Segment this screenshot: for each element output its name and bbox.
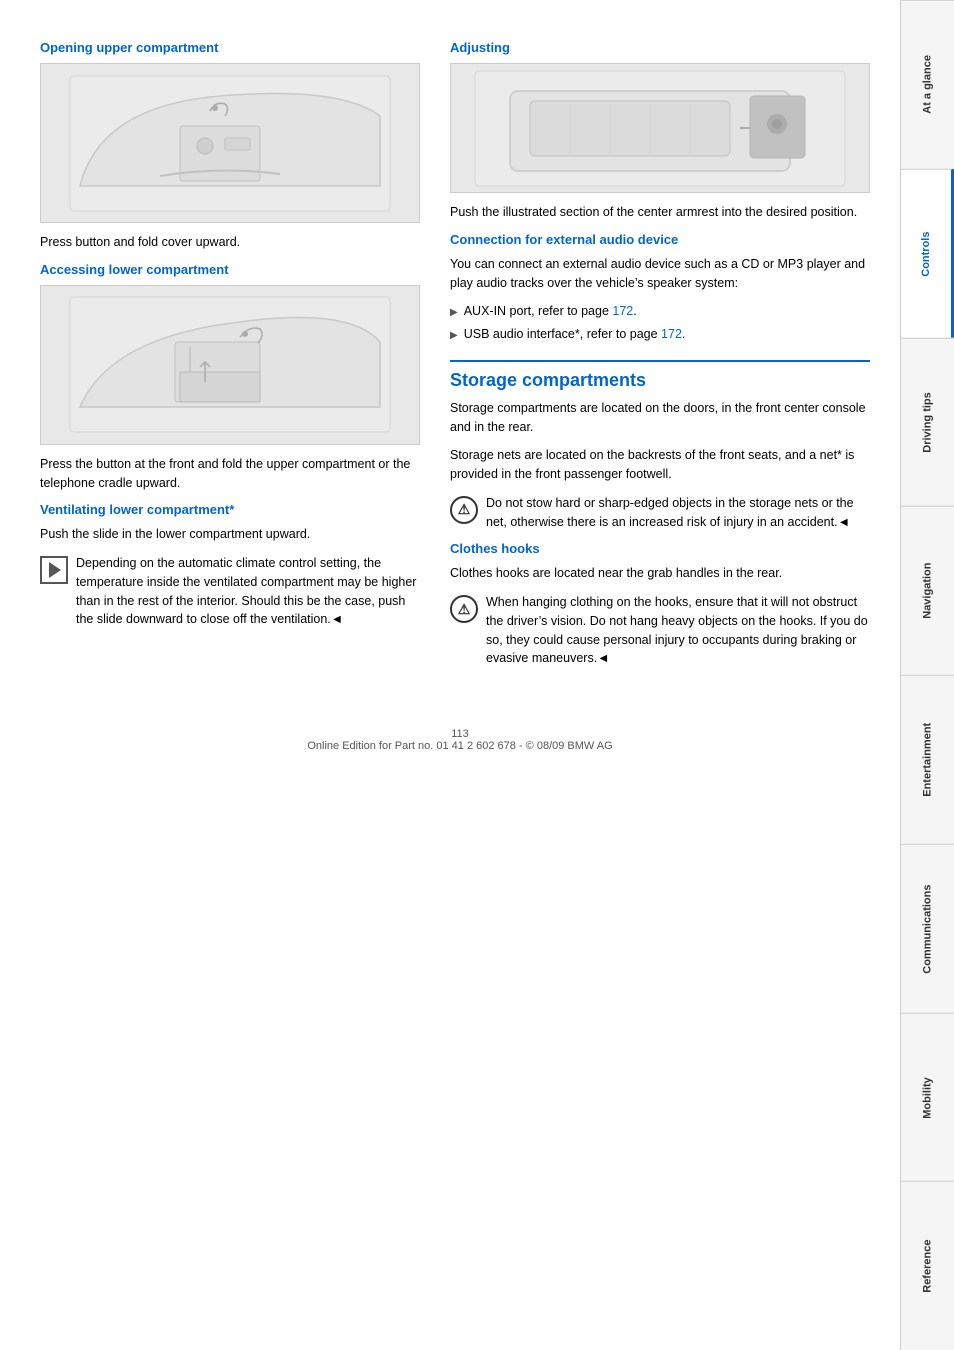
ventilating-heading: Ventilating lower compartment* [40, 502, 420, 517]
connection-section: Connection for external audio device You… [450, 232, 870, 344]
adjusting-section: Adjusting [450, 40, 870, 222]
lower-compartment-image [40, 285, 420, 445]
clothes-hooks-warning-text: When hanging clothing on the hooks, ensu… [486, 593, 870, 668]
storage-warning-text: Do not stow hard or sharp-edged objects … [486, 494, 870, 532]
adjusting-body: Push the illustrated section of the cent… [450, 203, 870, 222]
page-number: 113 [40, 728, 880, 740]
clothes-hooks-section: Clothes hooks Clothes hooks are located … [450, 541, 870, 668]
usb-link[interactable]: 172 [661, 327, 682, 341]
storage-compartments-heading: Storage compartments [450, 360, 870, 391]
footer-text: Online Edition for Part no. 01 41 2 602 … [40, 740, 880, 752]
sidebar-tab-entertainment[interactable]: Entertainment [901, 675, 954, 844]
left-column: Opening upper compartment [40, 40, 420, 678]
connection-body: You can connect an external audio device… [450, 255, 870, 293]
sidebar-tab-at-a-glance[interactable]: At a glance [901, 0, 954, 169]
storage-intro2: Storage nets are located on the backrest… [450, 446, 870, 484]
lower-compartment-heading: Accessing lower compartment [40, 262, 420, 277]
ventilating-note-box: Depending on the automatic climate contr… [40, 554, 420, 629]
clothes-hooks-heading: Clothes hooks [450, 541, 870, 556]
sidebar-tab-communications[interactable]: Communications [901, 844, 954, 1013]
lower-compartment-body: Press the button at the front and fold t… [40, 455, 420, 493]
page-footer: 113 Online Edition for Part no. 01 41 2 … [40, 718, 880, 752]
note-icon [40, 556, 68, 584]
adjusting-image [450, 63, 870, 193]
clothes-hooks-warning-box: ⚠ When hanging clothing on the hooks, en… [450, 593, 870, 668]
sidebar-tab-reference[interactable]: Reference [901, 1181, 954, 1350]
bullet-usb-text: USB audio interface*, refer to page 172. [464, 325, 686, 344]
bullet-arrow-1: ▶ [450, 305, 458, 320]
ventilating-section: Ventilating lower compartment* Push the … [40, 502, 420, 629]
sidebar-tab-driving-tips[interactable]: Driving tips [901, 338, 954, 507]
adjusting-heading: Adjusting [450, 40, 870, 55]
right-column: Adjusting [450, 40, 870, 678]
lower-compartment-section: Accessing lower compartment [40, 262, 420, 493]
warning-icon-storage: ⚠ [450, 496, 478, 524]
clothes-hooks-body: Clothes hooks are located near the grab … [450, 564, 870, 583]
sidebar-tab-controls[interactable]: Controls [901, 169, 954, 338]
sidebar: At a glance Controls Driving tips Naviga… [900, 0, 954, 1350]
sidebar-tab-mobility[interactable]: Mobility [901, 1013, 954, 1182]
ventilating-body: Push the slide in the lower compartment … [40, 525, 420, 544]
connection-bullets: ▶ AUX-IN port, refer to page 172. ▶ USB … [450, 302, 870, 344]
upper-compartment-body: Press button and fold cover upward. [40, 233, 420, 252]
bullet-usb: ▶ USB audio interface*, refer to page 17… [450, 325, 870, 344]
storage-intro1: Storage compartments are located on the … [450, 399, 870, 437]
warning-icon-hooks: ⚠ [450, 595, 478, 623]
storage-compartments-section: Storage compartments Storage compartment… [450, 360, 870, 532]
storage-warning-box: ⚠ Do not stow hard or sharp-edged object… [450, 494, 870, 532]
aux-link[interactable]: 172 [612, 304, 633, 318]
bullet-arrow-2: ▶ [450, 328, 458, 343]
bullet-aux-text: AUX-IN port, refer to page 172. [464, 302, 637, 321]
upper-compartment-heading: Opening upper compartment [40, 40, 420, 55]
sidebar-tab-navigation[interactable]: Navigation [901, 506, 954, 675]
connection-heading: Connection for external audio device [450, 232, 870, 247]
upper-compartment-image [40, 63, 420, 223]
ventilating-note-text: Depending on the automatic climate contr… [76, 554, 420, 629]
upper-compartment-section: Opening upper compartment [40, 40, 420, 252]
bullet-aux: ▶ AUX-IN port, refer to page 172. [450, 302, 870, 321]
